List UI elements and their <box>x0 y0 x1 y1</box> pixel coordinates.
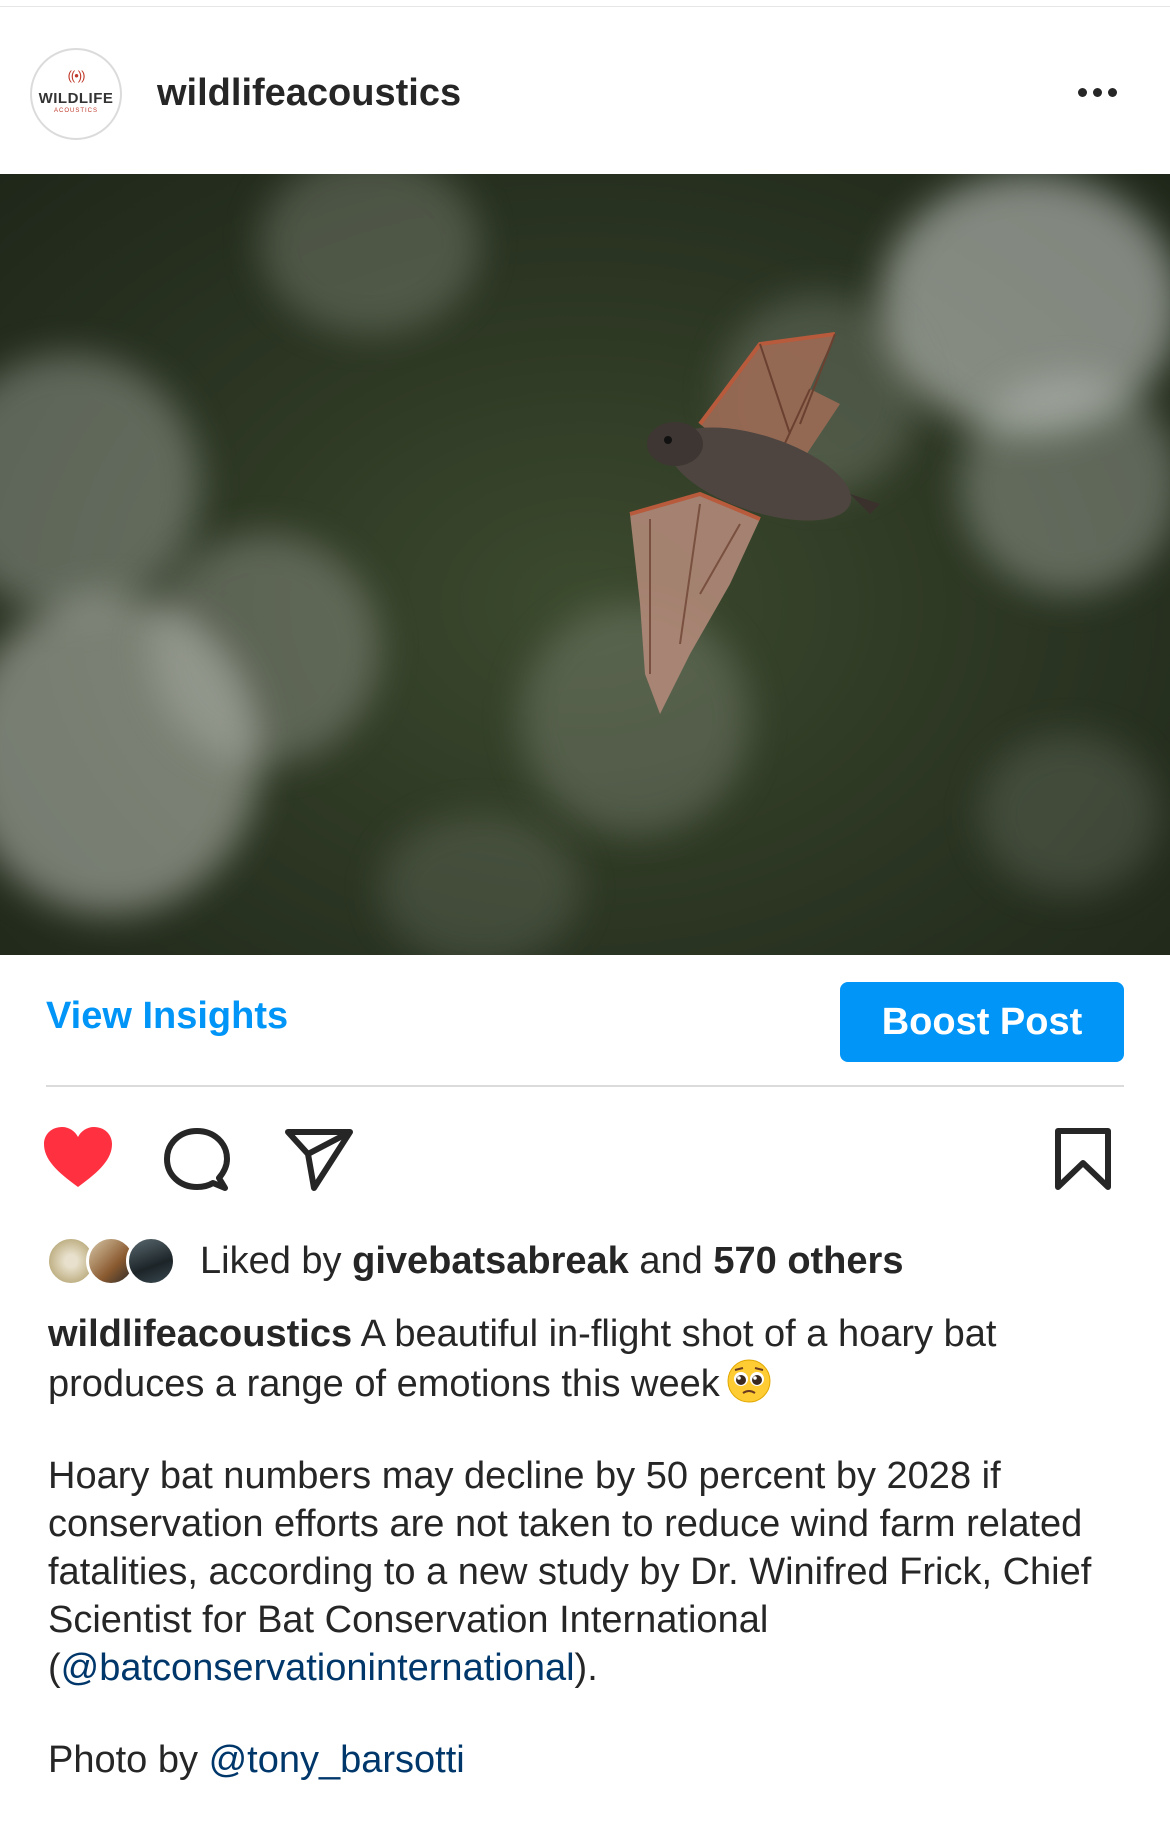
photo-credit-mention[interactable]: @tony_barsotti <box>209 1739 465 1781</box>
pleading-face-emoji <box>727 1359 771 1403</box>
promo-actions-bar: View Insights Boost Post <box>0 955 1170 1085</box>
photo-credit-prefix: Photo by <box>48 1739 198 1781</box>
comment-icon[interactable] <box>164 1128 230 1194</box>
caption-first-paragraph: wildlifeacoustics A beautiful in-flight … <box>48 1310 1126 1408</box>
liked-by-prefix: Liked by <box>200 1240 342 1282</box>
profile-avatar[interactable]: ((•)) WILDLIFE ACOUSTICS <box>30 48 122 140</box>
avatar-brand-text: WILDLIFE <box>38 90 114 107</box>
liked-by-and: and <box>639 1240 703 1282</box>
caption-photo-credit: Photo by @tony_barsotti <box>48 1736 1126 1784</box>
bookmark-icon[interactable] <box>1054 1127 1112 1191</box>
divider <box>46 1085 1124 1087</box>
liked-by-text: Liked by givebatsabreak and 570 others <box>200 1240 903 1283</box>
view-insights-link[interactable]: View Insights <box>46 995 288 1038</box>
post-photo[interactable] <box>0 174 1170 955</box>
likes-count[interactable]: 570 others <box>713 1240 903 1282</box>
heart-filled-icon[interactable] <box>42 1125 114 1191</box>
mention-link[interactable]: @batconservationinternational <box>61 1647 575 1689</box>
caption-username[interactable]: wildlifeacoustics <box>48 1313 352 1355</box>
liker-avatar <box>126 1236 176 1286</box>
post-caption: wildlifeacoustics A beautiful in-flight … <box>48 1310 1126 1784</box>
liked-by-row[interactable]: Liked by givebatsabreak and 570 others <box>46 1232 1124 1292</box>
avatar-sub-text: ACOUSTICS <box>53 108 98 114</box>
post-username[interactable]: wildlifeacoustics <box>157 72 461 115</box>
send-icon[interactable] <box>284 1128 354 1192</box>
boost-post-button[interactable]: Boost Post <box>840 982 1124 1062</box>
caption-second-paragraph: Hoary bat numbers may decline by 50 perc… <box>48 1452 1126 1692</box>
post-header: ((•)) WILDLIFE ACOUSTICS wildlifeacousti… <box>0 6 1170 174</box>
avatar-waves: ((•)) <box>67 68 86 83</box>
caption-para2-end: ). <box>574 1647 598 1689</box>
bat-illustration <box>629 332 880 714</box>
more-options-icon[interactable] <box>1078 84 1128 104</box>
liked-by-user[interactable]: givebatsabreak <box>352 1240 629 1282</box>
